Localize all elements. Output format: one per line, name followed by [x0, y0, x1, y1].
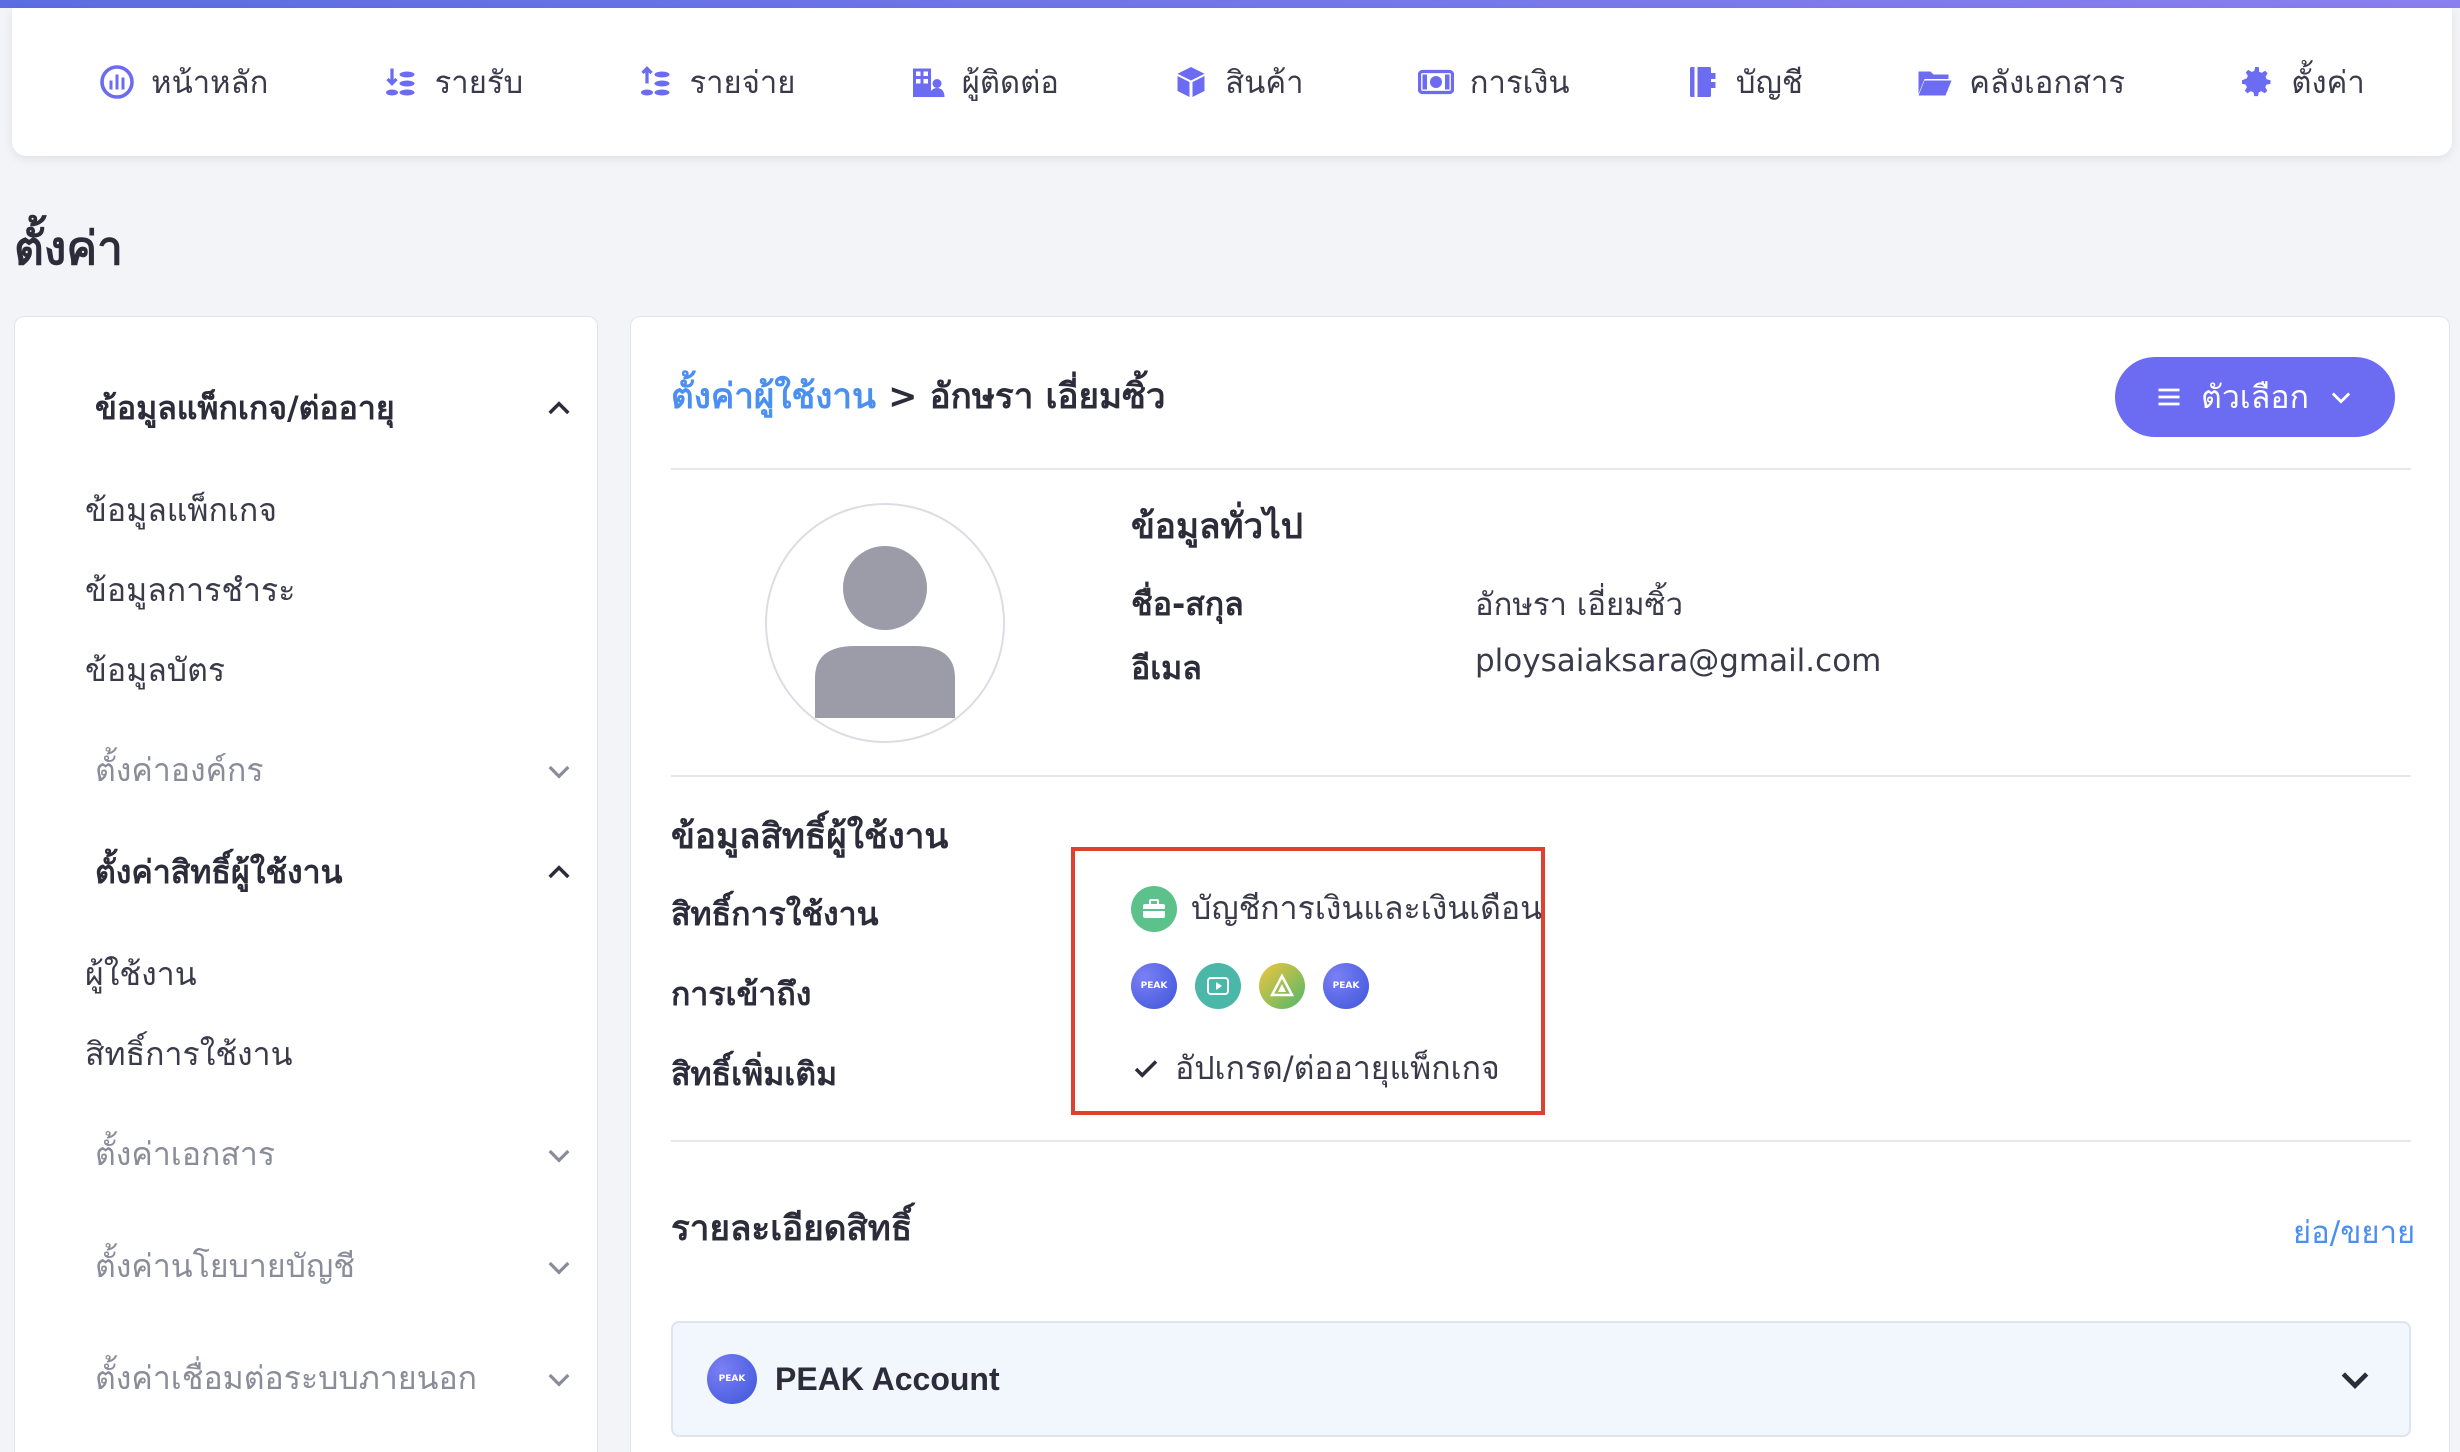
ledger-icon: [1689, 67, 1716, 97]
settings-sidebar: ข้อมูลแพ็กเกจ/ต่ออายุ ข้อมูลแพ็กเกจ ข้อม…: [14, 316, 598, 1452]
box-icon: [1177, 67, 1205, 97]
sidebar-item-payment-info[interactable]: ข้อมูลการชำระ: [85, 565, 295, 616]
nav-label: คลังเอกสาร: [1969, 65, 2126, 101]
breadcrumb-separator: >: [888, 377, 918, 417]
folder-icon: [1918, 71, 1952, 96]
nav-item-products[interactable]: สินค้า: [1173, 57, 1303, 107]
sidebar-group-label: ตั้งค่าเอกสาร: [95, 1135, 275, 1173]
menu-icon: [2158, 388, 2180, 406]
role-value-text: บัญชีการเงินและเงินเดือน: [1191, 889, 1542, 927]
money-icon: [1417, 69, 1454, 95]
sidebar-item-roles[interactable]: สิทธิ์การใช้งาน: [85, 1029, 293, 1080]
expense-icon: [640, 66, 669, 96]
nav-item-settings[interactable]: ตั้งค่า: [2239, 57, 2365, 107]
sidebar-group-organization[interactable]: ตั้งค่าองค์กร: [95, 745, 575, 796]
extra-permission-value: อัปเกรด/ต่ออายุแพ็กเกจ: [1131, 1043, 1500, 1094]
avatar: [765, 503, 1005, 743]
email-label: อีเมล: [1131, 649, 1202, 687]
nav-label: สินค้า: [1225, 65, 1304, 101]
sidebar-group-label: ตั้งค่าเชื่อมต่อระบบภายนอก: [95, 1359, 478, 1397]
chevron-up-icon: [548, 400, 570, 414]
peak-account-app-icon: PEAK: [1131, 963, 1177, 1009]
chevron-down-icon: [548, 1261, 570, 1275]
sidebar-group-label: ตั้งค่านโยบายบัญชี: [95, 1247, 355, 1285]
sidebar-group-accounting-policy[interactable]: ตั้งค่านโยบายบัญชี: [95, 1241, 575, 1292]
sidebar-group-external[interactable]: ตั้งค่าเชื่อมต่อระบบภายนอก: [95, 1353, 575, 1404]
income-icon: [385, 68, 415, 96]
check-icon: [1134, 1059, 1158, 1078]
access-app-icons: PEAK PEAK: [1131, 963, 1369, 1009]
breadcrumb: ตั้งค่าผู้ใช้งาน > อักษรา เอี่ยมซิ้ว: [671, 369, 1166, 424]
dashboard-icon: [100, 65, 134, 99]
breadcrumb-link-user-settings[interactable]: ตั้งค่าผู้ใช้งาน: [671, 377, 876, 417]
name-value: อักษรา เอี่ยมซิ้ว: [1475, 587, 1683, 623]
chevron-down-icon: [2331, 392, 2351, 404]
nav-label: ตั้งค่า: [2291, 65, 2365, 101]
contacts-icon: [912, 68, 945, 97]
email-value: ploysaiaksara@gmail.com: [1475, 643, 1882, 679]
sidebar-item-package-info[interactable]: ข้อมูลแพ็กเกจ: [85, 485, 277, 536]
page-title: ตั้งค่า: [14, 221, 123, 275]
peak-payroll-app-icon: PEAK: [1323, 963, 1369, 1009]
peak-account-logo-icon: PEAK: [707, 1354, 757, 1404]
sidebar-group-label: ตั้งค่าองค์กร: [95, 751, 264, 789]
role-label: สิทธิ์การใช้งาน: [671, 895, 879, 933]
user-settings-panel: ตั้งค่าผู้ใช้งาน > อักษรา เอี่ยมซิ้ว ตัว…: [630, 316, 2450, 1452]
chevron-down-icon: [548, 1373, 570, 1387]
extra-permission-label: สิทธิ์เพิ่มเติม: [671, 1055, 838, 1093]
breadcrumb-current: อักษรา เอี่ยมซิ้ว: [929, 377, 1166, 417]
gear-icon: [2242, 67, 2271, 97]
sidebar-item-card-info[interactable]: ข้อมูลบัตร: [85, 645, 225, 696]
role-value: บัญชีการเงินและเงินเดือน: [1131, 883, 1542, 934]
divider: [671, 468, 2411, 470]
nav-item-home[interactable]: หน้าหลัก: [99, 57, 268, 107]
nav-label: ผู้ติดต่อ: [961, 65, 1059, 101]
nav-item-documents[interactable]: คลังเอกสาร: [1917, 57, 2125, 107]
nav-item-finance[interactable]: การเงิน: [1417, 57, 1570, 107]
briefcase-icon: [1131, 885, 1177, 932]
nav-label: รายรับ: [434, 65, 524, 101]
peak-asset-app-icon: [1259, 963, 1305, 1009]
top-navigation: หน้าหลัก รายรับ รายจ่าย ผู้ติดต่อ สินค้า…: [12, 8, 2452, 156]
sidebar-group-package[interactable]: ข้อมูลแพ็กเกจ/ต่ออายุ: [95, 383, 575, 434]
name-label: ชื่อ-สกุล: [1131, 585, 1244, 623]
divider: [671, 1140, 2411, 1142]
sidebar-group-label: ตั้งค่าสิทธิ์ผู้ใช้งาน: [95, 853, 343, 891]
chevron-down-icon: [548, 765, 570, 779]
collapse-expand-toggle[interactable]: ย่อ/ขยาย: [2293, 1207, 2415, 1257]
sidebar-group-documents[interactable]: ตั้งค่าเอกสาร: [95, 1129, 575, 1180]
general-info-heading: ข้อมูลทั่วไป: [1131, 507, 1304, 547]
nav-item-contacts[interactable]: ผู้ติดต่อ: [910, 57, 1059, 107]
chevron-down-icon: [2341, 1372, 2369, 1389]
nav-label: รายจ่าย: [689, 65, 796, 101]
nav-item-accounting[interactable]: บัญชี: [1684, 57, 1803, 107]
extra-permission-text: อัปเกรด/ต่ออายุแพ็กเกจ: [1175, 1049, 1500, 1087]
permission-details-heading: รายละเอียดสิทธิ์: [671, 1209, 913, 1249]
user-placeholder-icon: [815, 546, 955, 718]
nav-label: หน้าหลัก: [151, 65, 269, 101]
permission-info-heading: ข้อมูลสิทธิ์ผู้ใช้งาน: [671, 817, 949, 857]
nav-item-income[interactable]: รายรับ: [383, 57, 524, 107]
chevron-down-icon: [548, 1149, 570, 1163]
sidebar-item-users[interactable]: ผู้ใช้งาน: [85, 949, 197, 1000]
nav-item-expense[interactable]: รายจ่าย: [638, 57, 796, 107]
sidebar-group-permissions[interactable]: ตั้งค่าสิทธิ์ผู้ใช้งาน: [95, 847, 575, 898]
peak-video-app-icon: [1195, 963, 1241, 1009]
sidebar-group-label: ข้อมูลแพ็กเกจ/ต่ออายุ: [95, 389, 395, 427]
accordion-peak-account[interactable]: PEAK PEAK Account: [671, 1321, 2411, 1437]
options-label: ตัวเลือก: [2201, 377, 2309, 416]
access-label: การเข้าถึง: [671, 975, 812, 1013]
options-button[interactable]: ตัวเลือก: [2115, 357, 2395, 437]
top-accent-bar: [0, 0, 2460, 8]
nav-label: การเงิน: [1469, 65, 1570, 101]
divider: [671, 775, 2411, 777]
accordion-title: PEAK Account: [775, 1360, 1000, 1397]
chevron-up-icon: [548, 864, 570, 878]
nav-label: บัญชี: [1735, 65, 1803, 101]
